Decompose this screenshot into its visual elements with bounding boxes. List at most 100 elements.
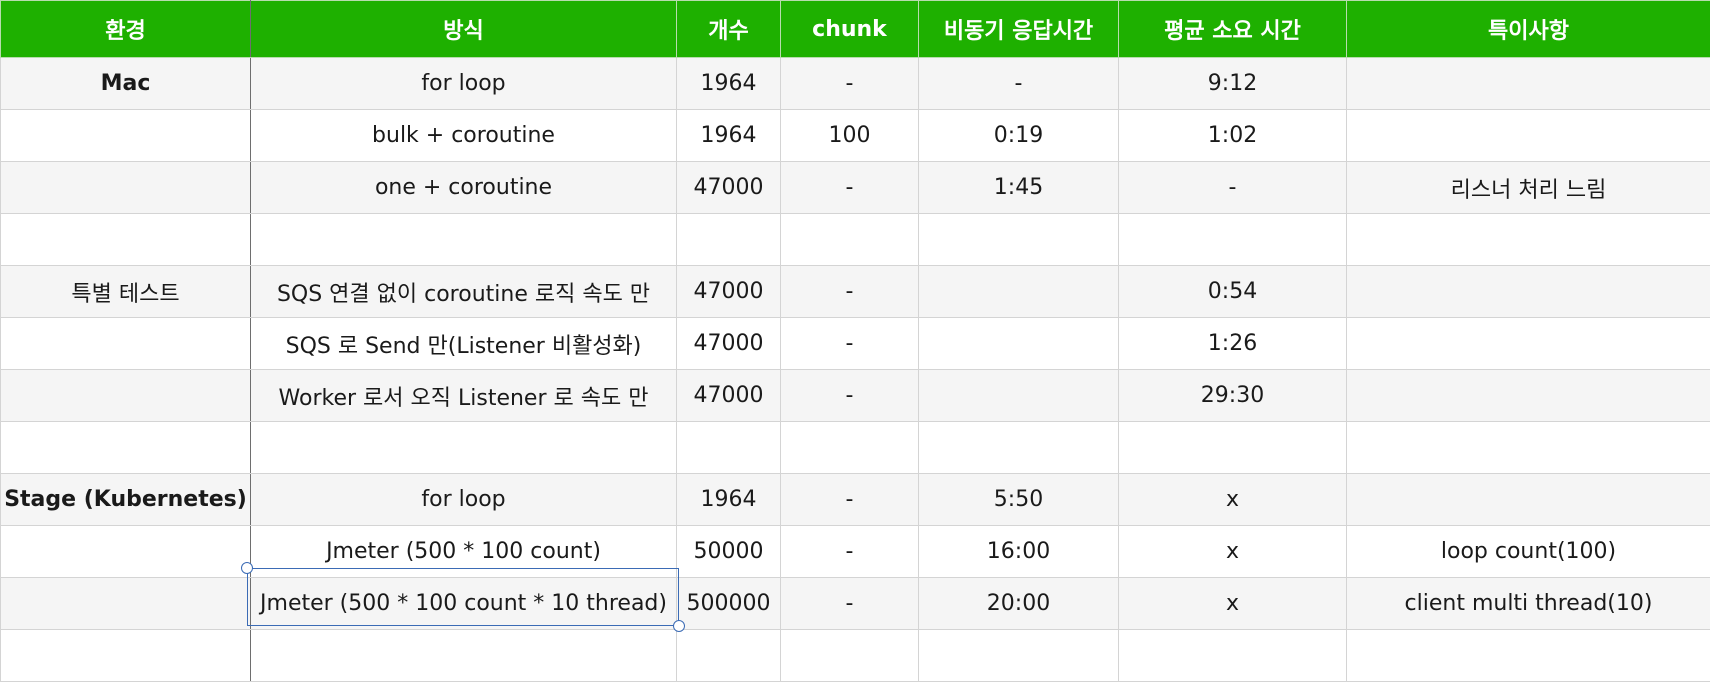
spreadsheet-table: 환경 방식 개수 chunk 비동기 응답시간 평균 소요 시간 특이사항 Ma…	[0, 0, 1710, 682]
cell-env[interactable]	[1, 214, 251, 266]
cell-async-response[interactable]	[919, 422, 1119, 474]
cell-count[interactable]: 1964	[677, 110, 781, 162]
cell-method[interactable]: for loop	[251, 474, 677, 526]
cell-count[interactable]: 47000	[677, 318, 781, 370]
cell-chunk[interactable]: -	[781, 474, 919, 526]
cell-method[interactable]: Jmeter (500 * 100 count * 10 thread)	[251, 578, 677, 630]
header-cell-avg-time[interactable]: 평균 소요 시간	[1119, 1, 1347, 58]
cell-method[interactable]	[251, 630, 677, 682]
cell-avg-time[interactable]: 0:54	[1119, 266, 1347, 318]
cell-count[interactable]	[677, 214, 781, 266]
cell-async-response[interactable]: 20:00	[919, 578, 1119, 630]
header-cell-env[interactable]: 환경	[1, 1, 251, 58]
cell-env[interactable]	[1, 162, 251, 214]
cell-note[interactable]	[1347, 370, 1710, 422]
header-cell-async-response[interactable]: 비동기 응답시간	[919, 1, 1119, 58]
cell-avg-time[interactable]: 9:12	[1119, 58, 1347, 110]
cell-note[interactable]	[1347, 630, 1710, 682]
cell-env[interactable]	[1, 630, 251, 682]
cell-avg-time[interactable]	[1119, 630, 1347, 682]
cell-method[interactable]: for loop	[251, 58, 677, 110]
header-cell-chunk[interactable]: chunk	[781, 1, 919, 58]
cell-note[interactable]	[1347, 58, 1710, 110]
table-row: 특별 테스트SQS 연결 없이 coroutine 로직 속도 만47000- 0…	[1, 266, 1710, 318]
cell-count[interactable]	[677, 422, 781, 474]
header-cell-note[interactable]: 특이사항	[1347, 1, 1710, 58]
cell-note[interactable]	[1347, 110, 1710, 162]
cell-count[interactable]: 47000	[677, 162, 781, 214]
cell-async-response[interactable]	[919, 318, 1119, 370]
cell-count[interactable]	[677, 630, 781, 682]
table-row	[1, 422, 1710, 474]
cell-note[interactable]	[1347, 214, 1710, 266]
cell-async-response[interactable]	[919, 370, 1119, 422]
cell-method[interactable]	[251, 422, 677, 474]
cell-async-response[interactable]: -	[919, 58, 1119, 110]
cell-method[interactable]: Worker 로서 오직 Listener 로 속도 만	[251, 370, 677, 422]
cell-method[interactable]: SQS 로 Send 만(Listener 비활성화)	[251, 318, 677, 370]
cell-count[interactable]: 47000	[677, 370, 781, 422]
header-cell-count[interactable]: 개수	[677, 1, 781, 58]
cell-avg-time[interactable]: x	[1119, 578, 1347, 630]
cell-env[interactable]	[1, 110, 251, 162]
selection-handle-top-left[interactable]	[241, 562, 253, 574]
cell-async-response[interactable]	[919, 214, 1119, 266]
cell-count[interactable]: 500000	[677, 578, 781, 630]
cell-chunk[interactable]: -	[781, 370, 919, 422]
table-row: Jmeter (500 * 100 count)50000-16:00xloop…	[1, 526, 1710, 578]
cell-env[interactable]: Stage (Kubernetes)	[1, 474, 251, 526]
cell-env[interactable]: Mac	[1, 58, 251, 110]
cell-async-response[interactable]: 1:45	[919, 162, 1119, 214]
cell-avg-time[interactable]: 29:30	[1119, 370, 1347, 422]
cell-note[interactable]: loop count(100)	[1347, 526, 1710, 578]
cell-avg-time[interactable]: x	[1119, 474, 1347, 526]
cell-count[interactable]: 50000	[677, 526, 781, 578]
cell-count[interactable]: 47000	[677, 266, 781, 318]
table-row: Stage (Kubernetes)for loop1964-5:50x	[1, 474, 1710, 526]
cell-note[interactable]: 리스너 처리 느림	[1347, 162, 1710, 214]
cell-note[interactable]	[1347, 266, 1710, 318]
cell-chunk[interactable]: -	[781, 526, 919, 578]
cell-async-response[interactable]: 16:00	[919, 526, 1119, 578]
cell-method[interactable]: Jmeter (500 * 100 count)	[251, 526, 677, 578]
cell-env[interactable]	[1, 526, 251, 578]
cell-env[interactable]	[1, 370, 251, 422]
cell-chunk[interactable]: -	[781, 318, 919, 370]
cell-env[interactable]	[1, 578, 251, 630]
cell-chunk[interactable]	[781, 422, 919, 474]
cell-async-response[interactable]: 5:50	[919, 474, 1119, 526]
table-row: Macfor loop1964--9:12	[1, 58, 1710, 110]
cell-chunk[interactable]	[781, 630, 919, 682]
cell-method[interactable]: one + coroutine	[251, 162, 677, 214]
cell-env[interactable]	[1, 422, 251, 474]
cell-async-response[interactable]: 0:19	[919, 110, 1119, 162]
cell-count[interactable]: 1964	[677, 474, 781, 526]
cell-avg-time[interactable]: -	[1119, 162, 1347, 214]
cell-note[interactable]	[1347, 318, 1710, 370]
cell-env[interactable]: 특별 테스트	[1, 266, 251, 318]
selection-handle-bottom-right[interactable]	[673, 620, 685, 632]
cell-note[interactable]: client multi thread(10)	[1347, 578, 1710, 630]
header-row: 환경 방식 개수 chunk 비동기 응답시간 평균 소요 시간 특이사항	[1, 1, 1710, 58]
cell-async-response[interactable]	[919, 630, 1119, 682]
cell-chunk[interactable]: -	[781, 162, 919, 214]
cell-avg-time[interactable]	[1119, 422, 1347, 474]
cell-note[interactable]	[1347, 422, 1710, 474]
cell-chunk[interactable]: 100	[781, 110, 919, 162]
cell-chunk[interactable]	[781, 214, 919, 266]
cell-chunk[interactable]: -	[781, 578, 919, 630]
cell-chunk[interactable]: -	[781, 58, 919, 110]
cell-count[interactable]: 1964	[677, 58, 781, 110]
cell-avg-time[interactable]: x	[1119, 526, 1347, 578]
header-cell-method[interactable]: 방식	[251, 1, 677, 58]
cell-chunk[interactable]: -	[781, 266, 919, 318]
cell-avg-time[interactable]: 1:26	[1119, 318, 1347, 370]
cell-method[interactable]	[251, 214, 677, 266]
cell-env[interactable]	[1, 318, 251, 370]
cell-note[interactable]	[1347, 474, 1710, 526]
cell-method[interactable]: SQS 연결 없이 coroutine 로직 속도 만	[251, 266, 677, 318]
cell-method[interactable]: bulk + coroutine	[251, 110, 677, 162]
cell-avg-time[interactable]	[1119, 214, 1347, 266]
cell-avg-time[interactable]: 1:02	[1119, 110, 1347, 162]
cell-async-response[interactable]	[919, 266, 1119, 318]
